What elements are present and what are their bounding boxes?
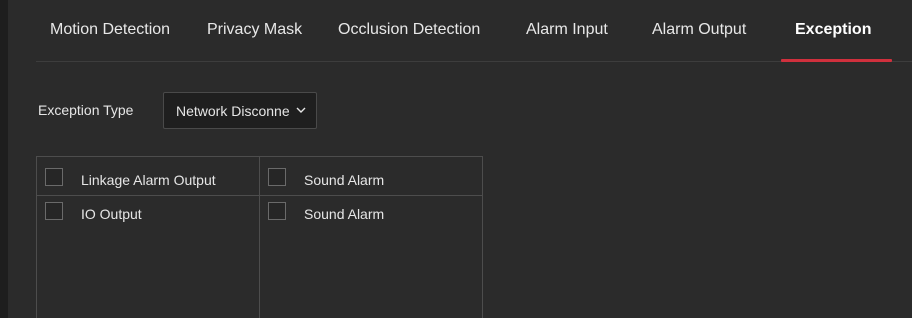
tab-exception[interactable]: Exception: [795, 21, 871, 39]
tab-occlusion-detection[interactable]: Occlusion Detection: [338, 21, 480, 39]
exception-type-label: Exception Type: [38, 102, 134, 118]
exception-type-select[interactable]: Network Disconnected: [163, 92, 317, 129]
exception-type-value: Network Disconnected: [176, 103, 290, 119]
list-item: Linkage Alarm Output: [37, 163, 259, 196]
io-output-checkbox[interactable]: [45, 202, 63, 220]
exception-settings-page: Motion Detection Privacy Mask Occlusion …: [0, 0, 912, 318]
sound-alarm-checkbox[interactable]: [268, 168, 286, 186]
tab-bar: Motion Detection Privacy Mask Occlusion …: [36, 0, 912, 62]
chevron-down-icon: [296, 107, 306, 113]
linkage-alarm-output-label: Linkage Alarm Output: [81, 172, 216, 188]
tab-motion-detection[interactable]: Motion Detection: [50, 21, 170, 39]
tab-alarm-output[interactable]: Alarm Output: [652, 21, 746, 39]
linkage-column-normal: Linkage Alarm Output IO Output: [36, 156, 260, 318]
active-tab-indicator: [781, 59, 892, 62]
list-item: Sound Alarm: [260, 197, 482, 229]
tab-privacy-mask[interactable]: Privacy Mask: [207, 21, 302, 39]
left-panel-edge: [0, 0, 8, 318]
io-output-label: IO Output: [81, 206, 142, 222]
linkage-column-alarm: Sound Alarm Sound Alarm: [259, 156, 483, 318]
sound-alarm-2-checkbox[interactable]: [268, 202, 286, 220]
linkage-grid: Linkage Alarm Output IO Output Sound Ala…: [36, 156, 483, 318]
list-item: Sound Alarm: [260, 163, 482, 196]
tab-alarm-input[interactable]: Alarm Input: [526, 21, 608, 39]
sound-alarm-2-label: Sound Alarm: [304, 206, 385, 222]
sound-alarm-label: Sound Alarm: [304, 172, 385, 188]
linkage-alarm-output-checkbox[interactable]: [45, 168, 63, 186]
list-item: IO Output: [37, 197, 259, 229]
